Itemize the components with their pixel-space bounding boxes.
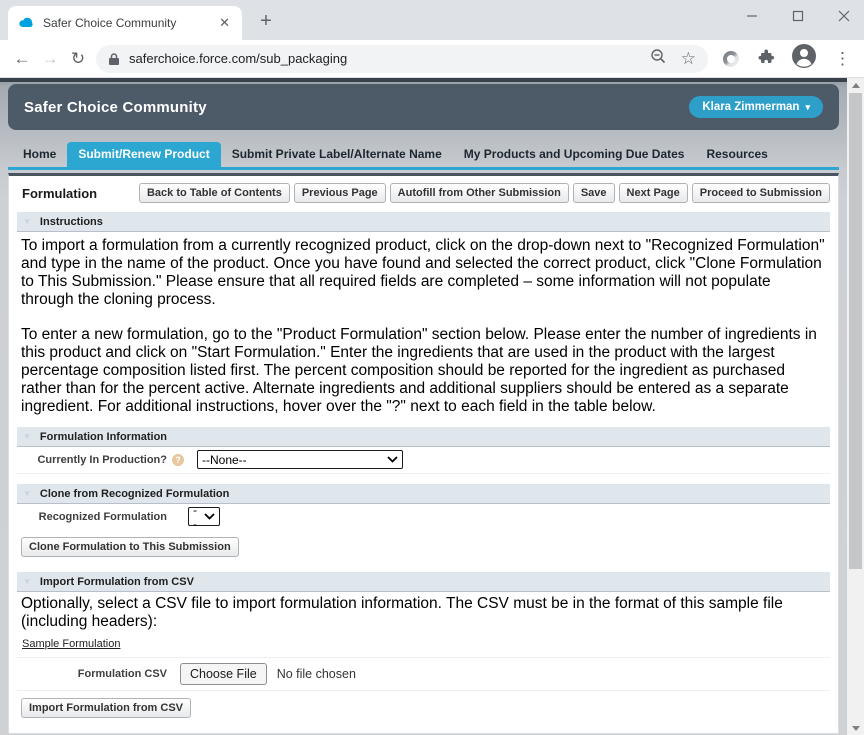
web-page: Safer Choice Community Klara Zimmerman ▾… — [0, 78, 864, 735]
section-formulation-information[interactable]: ▼ Formulation Information — [17, 427, 830, 447]
next-page-button[interactable]: Next Page — [618, 183, 688, 203]
page-title: Formulation — [22, 185, 98, 201]
page-top-strip — [0, 78, 847, 82]
site-header: Safer Choice Community Klara Zimmerman ▾ — [8, 84, 839, 130]
sample-formulation-link[interactable]: Sample Formulation — [22, 638, 120, 650]
browser-toolbar: ← → ↻ saferchoice.force.com/sub_packagin… — [0, 40, 864, 78]
page-toolbar: Back to Table of Contents Previous Page … — [138, 183, 830, 203]
browser-menu-icon[interactable]: ⋮ — [834, 49, 851, 69]
reload-icon[interactable]: ↻ — [64, 49, 92, 69]
page-scrollbar[interactable] — [847, 78, 864, 735]
select-value: -- — [193, 502, 197, 531]
scrollbar-down-arrow[interactable] — [847, 721, 864, 735]
section-product-formulation[interactable]: ▼ Product Formulation — [17, 733, 830, 734]
currently-in-production-select[interactable]: --None-- — [197, 450, 403, 469]
tab-my-products[interactable]: My Products and Upcoming Due Dates — [453, 142, 696, 167]
user-name: Klara Zimmerman — [702, 101, 800, 113]
csv-intro-text: Optionally, select a CSV file to import … — [21, 595, 783, 630]
chevron-down-icon — [387, 456, 398, 463]
file-status-text: No file chosen — [276, 667, 356, 681]
address-bar[interactable]: saferchoice.force.com/sub_packaging ☆ — [96, 44, 708, 73]
main-nav-tabs: Home Submit/Renew Product Submit Private… — [8, 142, 839, 167]
help-icon[interactable]: ? — [172, 453, 184, 466]
window-close-button[interactable] — [838, 10, 850, 22]
window-minimize-button[interactable] — [746, 10, 758, 22]
back-to-toc-button[interactable]: Back to Table of Contents — [138, 183, 290, 203]
collapse-triangle-icon: ▼ — [23, 217, 31, 226]
tab-home[interactable]: Home — [12, 142, 67, 167]
section-label: Formulation Information — [39, 430, 168, 443]
window-maximize-button[interactable] — [792, 10, 804, 22]
recognized-formulation-label: Recognized Formulation — [38, 510, 167, 523]
currently-in-production-label: Currently In Production? — [37, 453, 167, 466]
bookmark-star-icon[interactable]: ☆ — [681, 50, 696, 67]
new-tab-button[interactable]: + — [254, 10, 278, 33]
tab-title: Safer Choice Community — [43, 16, 177, 30]
collapse-triangle-icon: ▼ — [23, 577, 31, 586]
save-button[interactable]: Save — [572, 183, 615, 203]
tab-close-icon[interactable]: ✕ — [217, 15, 232, 31]
content-card: Formulation Back to Table of Contents Pr… — [8, 173, 839, 734]
site-title: Safer Choice Community — [24, 98, 207, 116]
section-label: Clone from Recognized Formulation — [39, 487, 230, 500]
section-import-csv[interactable]: ▼ Import Formulation from CSV — [17, 572, 830, 592]
chevron-down-icon — [204, 513, 215, 520]
autofill-button[interactable]: Autofill from Other Submission — [389, 183, 569, 203]
choose-file-button[interactable]: Choose File — [180, 663, 267, 685]
zoom-out-icon[interactable] — [650, 48, 667, 70]
back-icon[interactable]: ← — [8, 49, 36, 69]
collapse-triangle-icon: ▼ — [23, 489, 31, 498]
url-text: saferchoice.force.com/sub_packaging — [129, 51, 348, 66]
tab-submit-renew-product[interactable]: Submit/Renew Product — [67, 142, 221, 167]
previous-page-button[interactable]: Previous Page — [293, 183, 386, 203]
section-label: Instructions — [39, 215, 103, 228]
lock-icon — [109, 52, 119, 65]
extension-circle-icon[interactable] — [723, 50, 739, 67]
forward-icon[interactable]: → — [36, 49, 64, 69]
formulation-csv-label: Formulation CSV — [77, 668, 167, 680]
instructions-paragraph-1: To import a formulation from a currently… — [21, 237, 825, 308]
browser-tab[interactable]: Safer Choice Community ✕ — [8, 6, 242, 40]
recognized-formulation-select[interactable]: -- — [188, 503, 220, 531]
tab-resources[interactable]: Resources — [695, 142, 778, 167]
scrollbar-thumb[interactable] — [849, 93, 862, 569]
clone-formulation-button[interactable]: Clone Formulation to This Submission — [21, 537, 239, 557]
salesforce-cloud-icon — [19, 17, 33, 27]
section-instructions[interactable]: ▼ Instructions — [17, 212, 830, 232]
section-label: Import Formulation from CSV — [39, 575, 194, 588]
browser-titlebar: Safer Choice Community ✕ + — [0, 0, 864, 40]
nav-accent-line — [8, 167, 839, 170]
proceed-to-submission-button[interactable]: Proceed to Submission — [691, 183, 830, 203]
tab-submit-private-label[interactable]: Submit Private Label/Alternate Name — [221, 142, 453, 167]
chevron-down-icon: ▾ — [805, 101, 810, 112]
select-value: --None-- — [202, 452, 247, 467]
scrollbar-up-arrow[interactable] — [847, 78, 864, 92]
collapse-triangle-icon: ▼ — [23, 432, 31, 441]
section-clone-from-recognized[interactable]: ▼ Clone from Recognized Formulation — [17, 484, 830, 504]
instructions-paragraph-2: To enter a new formulation, go to the "P… — [21, 326, 817, 415]
profile-avatar[interactable] — [791, 43, 817, 74]
user-menu-button[interactable]: Klara Zimmerman ▾ — [689, 96, 823, 118]
import-formulation-csv-button[interactable]: Import Formulation from CSV — [21, 698, 191, 718]
extensions-puzzle-icon[interactable] — [756, 47, 774, 70]
